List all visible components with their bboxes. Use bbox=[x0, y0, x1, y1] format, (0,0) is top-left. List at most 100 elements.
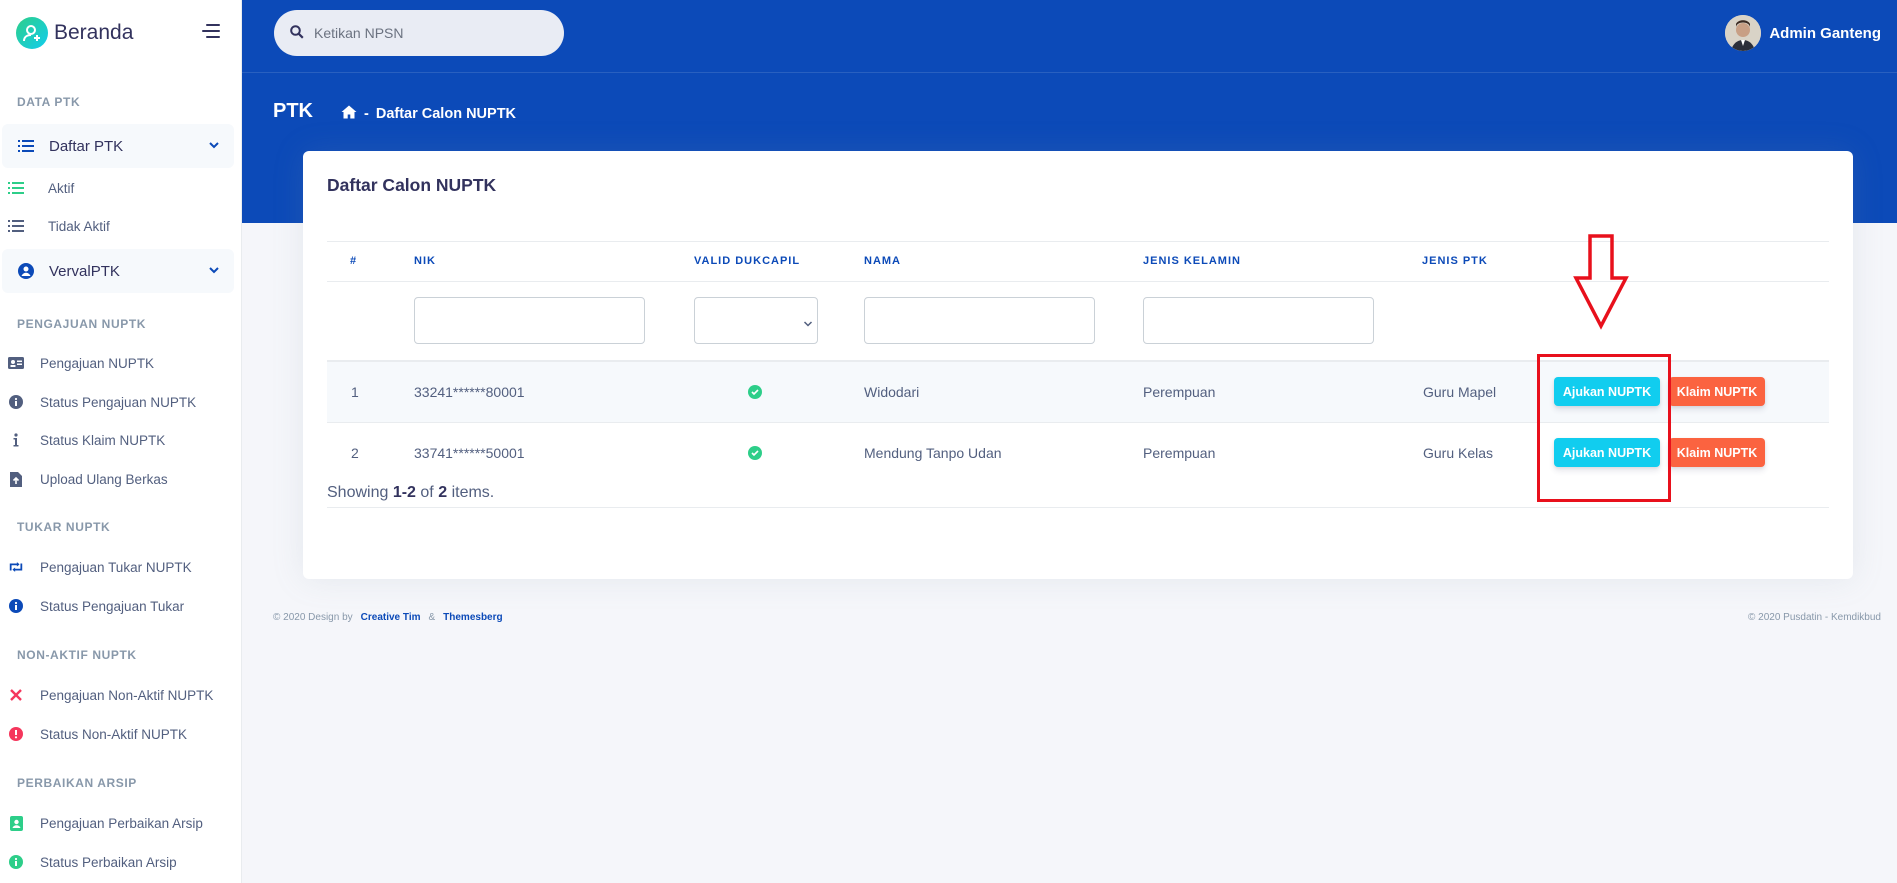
nav-group-daftar-ptk[interactable]: Daftar PTK bbox=[2, 124, 234, 168]
cell-jenis-ptk: Guru Kelas bbox=[1423, 445, 1494, 461]
pagination-summary: Showing 1-2 of 2 items. bbox=[327, 484, 494, 502]
annotation-highlight-box bbox=[1537, 354, 1671, 502]
sidebar-item-status-non-aktif-nuptk[interactable]: Status Non-Aktif NUPTK bbox=[0, 722, 242, 746]
home-icon[interactable] bbox=[341, 105, 357, 123]
search-icon bbox=[290, 25, 304, 44]
footer-left: © 2020 Design by Creative Tim & Themesbe… bbox=[273, 612, 507, 623]
info-icon bbox=[8, 432, 24, 448]
sidebar-item-status-perbaikan-arsip[interactable]: Status Perbaikan Arsip bbox=[0, 850, 242, 874]
sidebar-item-upload-ulang-berkas[interactable]: Upload Ulang Berkas bbox=[0, 467, 242, 491]
page-title: PTK bbox=[273, 100, 313, 122]
card-title: Daftar Calon NUPTK bbox=[327, 175, 497, 195]
cell-nama: Widodari bbox=[864, 384, 920, 400]
section-title-non-aktif-nuptk: NON-AKTIF NUPTK bbox=[17, 648, 137, 662]
info-circle-icon bbox=[8, 854, 24, 870]
breadcrumb-current: Daftar Calon NUPTK bbox=[375, 106, 517, 122]
id-card-icon bbox=[8, 355, 24, 371]
sidebar-item-label: Status Non-Aktif NUPTK bbox=[40, 726, 188, 742]
sidebar-item-pengajuan-nuptk[interactable]: Pengajuan NUPTK bbox=[0, 351, 242, 375]
footer-text: © 2020 Design by bbox=[273, 612, 353, 623]
list-icon bbox=[17, 137, 35, 155]
summary-prefix: Showing bbox=[327, 484, 389, 501]
sidebar-item-label: Pengajuan Tukar NUPTK bbox=[40, 559, 192, 575]
sidebar-item-label: Tidak Aktif bbox=[48, 218, 110, 234]
footer-link-themesberg[interactable]: Themesberg bbox=[443, 612, 502, 623]
cell-nik: 33241******80001 bbox=[414, 384, 525, 400]
cell-no: 2 bbox=[351, 445, 359, 461]
sidebar-item-status-pengajuan-nuptk[interactable]: Status Pengajuan NUPTK bbox=[0, 390, 242, 414]
list-icon bbox=[8, 218, 24, 234]
brand-name: Beranda bbox=[54, 21, 134, 44]
search-box[interactable] bbox=[274, 10, 564, 56]
sidebar-item-label: Status Klaim NUPTK bbox=[40, 432, 166, 448]
info-circle-icon bbox=[8, 598, 24, 614]
filter-jenis-kelamin-input[interactable] bbox=[1143, 297, 1374, 344]
brand[interactable]: Beranda bbox=[16, 16, 133, 50]
sidebar-item-label: Pengajuan Non-Aktif NUPTK bbox=[40, 687, 214, 703]
filter-nik-input[interactable] bbox=[414, 297, 645, 344]
footer-link-creative-tim[interactable]: Creative Tim bbox=[361, 612, 421, 623]
sidebar-item-status-klaim-nuptk[interactable]: Status Klaim NUPTK bbox=[0, 428, 242, 452]
summary-range: 1-2 bbox=[392, 484, 416, 501]
sidebar-item-label: Status Pengajuan NUPTK bbox=[40, 394, 197, 410]
sidebar-item-label: Aktif bbox=[48, 180, 75, 196]
section-title-perbaikan-arsip: PERBAIKAN ARSIP bbox=[17, 776, 137, 790]
cell-jenis-kelamin: Perempuan bbox=[1143, 384, 1216, 400]
klaim-nuptk-button[interactable]: Klaim NUPTK bbox=[1669, 438, 1765, 467]
retweet-icon bbox=[8, 559, 24, 575]
chevron-down-icon bbox=[803, 316, 813, 334]
sidebar-item-pengajuan-tukar-nuptk[interactable]: Pengajuan Tukar NUPTK bbox=[0, 555, 242, 579]
sidebar-item-pengajuan-non-aktif-nuptk[interactable]: Pengajuan Non-Aktif NUPTK bbox=[0, 683, 242, 707]
filter-nama-input[interactable] bbox=[864, 297, 1095, 344]
cell-nama: Mendung Tanpo Udan bbox=[864, 445, 1002, 461]
breadcrumb: - Daftar Calon NUPTK bbox=[341, 105, 516, 123]
footer-right: © 2020 Pusdatin - Kemdikbud bbox=[1747, 612, 1881, 623]
section-title-data-ptk: DATA PTK bbox=[17, 95, 81, 109]
cell-nik: 33741******50001 bbox=[414, 445, 525, 461]
user-circle-icon bbox=[17, 262, 35, 280]
column-header-jenis-ptk[interactable]: JENIS PTK bbox=[1422, 255, 1488, 267]
sidenav-toggler[interactable] bbox=[198, 24, 220, 40]
sidebar-item-label: Status Pengajuan Tukar bbox=[40, 598, 185, 614]
topbar-divider bbox=[242, 72, 1897, 73]
table-bottom-border bbox=[327, 507, 1829, 508]
filter-valid-select[interactable] bbox=[694, 297, 818, 344]
nav-group-label: Daftar PTK bbox=[49, 137, 124, 155]
column-header-nama[interactable]: NAMA bbox=[864, 255, 901, 267]
sidebar: Beranda DATA PTK Daftar PTK Aktif Tidak … bbox=[0, 0, 242, 883]
check-circle-icon bbox=[748, 385, 762, 399]
search-input[interactable] bbox=[314, 10, 554, 56]
cell-jenis-ptk: Guru Mapel bbox=[1423, 384, 1497, 400]
column-header-valid-dukcapil[interactable]: VALID DUKCAPIL bbox=[694, 255, 800, 267]
summary-of: of bbox=[420, 484, 434, 501]
sidebar-item-tidak-aktif[interactable]: Tidak Aktif bbox=[0, 214, 242, 238]
user-menu[interactable]: Admin Ganteng bbox=[1725, 15, 1881, 51]
nav-group-label: VervalPTK bbox=[49, 262, 120, 280]
sidebar-item-status-pengajuan-tukar[interactable]: Status Pengajuan Tukar bbox=[0, 594, 242, 618]
sidebar-item-pengajuan-perbaikan-arsip[interactable]: Pengajuan Perbaikan Arsip bbox=[0, 811, 242, 835]
section-title-tukar-nuptk: TUKAR NUPTK bbox=[17, 520, 111, 534]
user-name: Admin Ganteng bbox=[1769, 24, 1881, 42]
info-circle-icon bbox=[8, 394, 24, 410]
sidebar-item-label: Upload Ulang Berkas bbox=[40, 471, 168, 487]
nav-group-verval-ptk[interactable]: VervalPTK bbox=[2, 249, 234, 293]
breadcrumb-separator: - bbox=[364, 106, 369, 122]
column-header-nik[interactable]: NIK bbox=[414, 255, 436, 267]
exclamation-circle-icon bbox=[8, 726, 24, 742]
sidebar-item-aktif[interactable]: Aktif bbox=[0, 176, 242, 200]
avatar bbox=[1725, 15, 1762, 51]
chevron-down-icon bbox=[208, 138, 220, 155]
cell-no: 1 bbox=[351, 384, 359, 400]
summary-suffix: items. bbox=[451, 484, 495, 501]
klaim-nuptk-button[interactable]: Klaim NUPTK bbox=[1669, 377, 1765, 406]
address-book-icon bbox=[8, 815, 24, 831]
sidebar-item-label: Pengajuan NUPTK bbox=[40, 355, 155, 371]
column-header-jenis-kelamin[interactable]: JENIS KELAMIN bbox=[1143, 255, 1241, 267]
section-title-pengajuan-nuptk: PENGAJUAN NUPTK bbox=[17, 317, 147, 331]
sidebar-item-label: Status Perbaikan Arsip bbox=[40, 854, 177, 870]
footer-amp: & bbox=[428, 612, 436, 623]
close-icon bbox=[8, 687, 24, 703]
list-icon bbox=[8, 180, 24, 196]
summary-total: 2 bbox=[438, 484, 448, 501]
file-upload-icon bbox=[8, 471, 24, 487]
